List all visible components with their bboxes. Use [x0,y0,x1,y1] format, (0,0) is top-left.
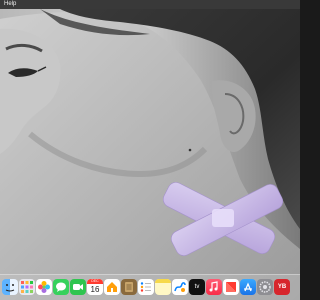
news-icon[interactable] [223,279,239,295]
stickies-icon[interactable] [155,279,171,295]
reminders-icon[interactable] [138,279,154,295]
launchpad-icon[interactable] [19,279,35,295]
app-store-icon[interactable] [240,279,256,295]
video-app-label: YB [277,284,287,290]
messages-icon[interactable] [53,279,69,295]
facetime-icon[interactable] [70,279,86,295]
photos-icon[interactable] [36,279,52,295]
settings-icon[interactable] [257,279,273,295]
home-icon[interactable] [104,279,120,295]
calendar-icon[interactable]: DEC 16 [87,279,103,295]
desktop-wallpaper [0,9,300,300]
menu-help[interactable]: Help [4,0,16,9]
apple-tv-label: tv [194,284,200,290]
video-app-icon[interactable]: YB [274,279,290,295]
finder-icon[interactable] [2,279,18,295]
music-icon[interactable] [206,279,222,295]
freeform-icon[interactable] [172,279,188,295]
notes-icon[interactable] [121,279,137,295]
dock: DEC 16 tv YB [0,274,300,300]
apple-tv-icon[interactable]: tv [189,279,205,295]
desktop-screen: Help DEC 16 tv YB [0,0,300,300]
calendar-day: 16 [90,285,100,294]
menu-bar: Help [0,0,300,9]
